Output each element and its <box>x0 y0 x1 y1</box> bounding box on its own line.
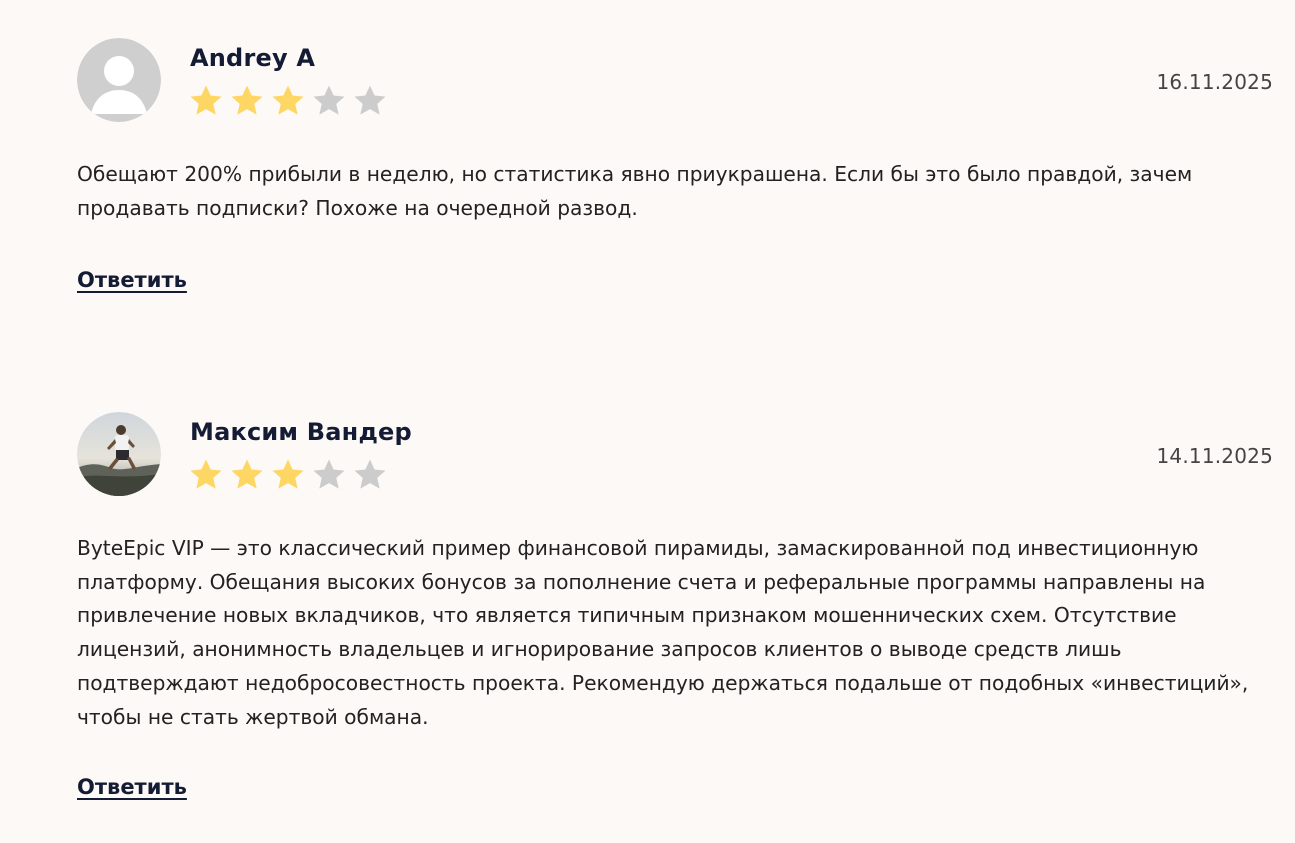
star-icon <box>187 456 225 494</box>
star-icon <box>269 82 307 120</box>
review-text: Обещают 200% прибыли в неделю, но статис… <box>77 162 1193 220</box>
star-icon <box>310 456 348 494</box>
star-icon <box>351 456 389 494</box>
star-icon <box>269 456 307 494</box>
star-icon <box>228 456 266 494</box>
author-name: Максим Вандер <box>190 418 412 446</box>
review-date: 16.11.2025 <box>1156 70 1273 94</box>
review-date: 14.11.2025 <box>1156 444 1273 468</box>
review-card: Andrey A 16.11.2025 Обещают 200% прибыли… <box>77 38 1273 292</box>
reply-button[interactable]: Ответить <box>77 268 187 292</box>
author-name: Andrey A <box>190 44 316 72</box>
star-icon <box>310 82 348 120</box>
review-card: Максим Вандер 14.11.2025 ByteEpic VIP — … <box>77 412 1273 799</box>
star-icon <box>187 82 225 120</box>
user-photo-icon <box>77 412 161 496</box>
review-header: Andrey A 16.11.2025 <box>77 38 1273 122</box>
reviews-page: Andrey A 16.11.2025 Обещают 200% прибыли… <box>0 0 1295 843</box>
star-icon <box>228 82 266 120</box>
reply-button[interactable]: Ответить <box>77 775 187 799</box>
star-rating <box>187 456 389 496</box>
review-text: ByteEpic VIP — это классический пример ф… <box>77 536 1249 729</box>
default-user-icon <box>77 38 161 122</box>
review-header: Максим Вандер 14.11.2025 <box>77 412 1273 496</box>
star-rating <box>187 82 389 122</box>
avatar <box>77 412 161 496</box>
star-icon <box>351 82 389 120</box>
avatar <box>77 38 161 122</box>
